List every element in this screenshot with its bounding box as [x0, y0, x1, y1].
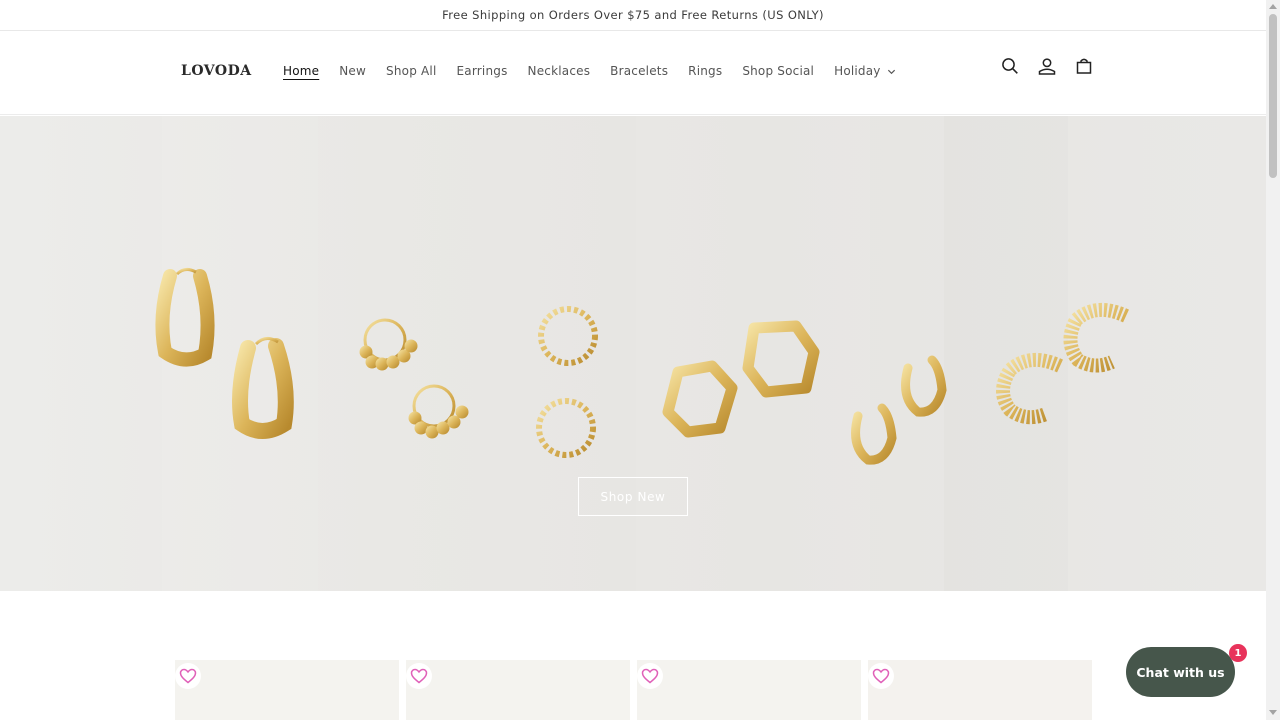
announcement-bar: Free Shipping on Orders Over $75 and Fre…: [0, 0, 1266, 31]
scrollbar[interactable]: [1266, 0, 1280, 720]
nav-new[interactable]: New: [329, 64, 376, 78]
nav-shop-social[interactable]: Shop Social: [732, 64, 824, 78]
scroll-down-icon[interactable]: [1269, 710, 1277, 715]
product-card[interactable]: [868, 660, 1092, 720]
chat-notification-badge: 1: [1229, 644, 1247, 662]
nav-necklaces[interactable]: Necklaces: [518, 64, 601, 78]
announcement-text: Free Shipping on Orders Over $75 and Fre…: [442, 8, 824, 22]
nav-holiday-label: Holiday: [834, 64, 881, 78]
nav-rings[interactable]: Rings: [678, 64, 732, 78]
heart-icon[interactable]: [868, 663, 894, 689]
product-card[interactable]: [175, 660, 399, 720]
earrings-photo: [155, 267, 1129, 465]
product-grid: [175, 660, 1099, 720]
scroll-up-icon[interactable]: [1269, 4, 1277, 9]
account-icon[interactable]: [1033, 52, 1061, 80]
chunky-hoop-earrings: [155, 267, 294, 439]
main-nav: Home New Shop All Earrings Necklaces Bra…: [273, 64, 906, 78]
product-card[interactable]: [406, 660, 630, 720]
nav-home[interactable]: Home: [273, 64, 329, 78]
scroll-thumb[interactable]: [1269, 14, 1277, 178]
nav-holiday[interactable]: Holiday: [824, 64, 906, 78]
beaded-hoop-earrings: [536, 306, 598, 458]
square-hoop-earrings: [662, 320, 820, 438]
search-icon[interactable]: [996, 52, 1024, 80]
heart-icon[interactable]: [175, 663, 201, 689]
charm-hoop-earrings: [359, 318, 469, 439]
chat-button[interactable]: Chat with us: [1126, 647, 1235, 697]
nav-bracelets[interactable]: Bracelets: [600, 64, 678, 78]
logo[interactable]: LOVODA: [181, 63, 252, 79]
site-header: LOVODA Home New Shop All Earrings Neckla…: [0, 31, 1266, 115]
heart-icon[interactable]: [637, 663, 663, 689]
product-card[interactable]: [637, 660, 861, 720]
shop-new-button[interactable]: Shop New: [578, 477, 688, 516]
page: Free Shipping on Orders Over $75 and Fre…: [0, 0, 1266, 720]
cart-icon[interactable]: [1070, 52, 1098, 80]
hero-banner: Shop New: [0, 116, 1266, 591]
header-icons: [996, 52, 1107, 80]
heart-icon[interactable]: [406, 663, 432, 689]
nav-earrings[interactable]: Earrings: [447, 64, 518, 78]
nav-shop-all[interactable]: Shop All: [376, 64, 446, 78]
coil-hoop-earrings: [996, 303, 1129, 425]
chevron-down-icon: [887, 69, 895, 74]
puffy-hoop-earrings: [851, 355, 947, 465]
